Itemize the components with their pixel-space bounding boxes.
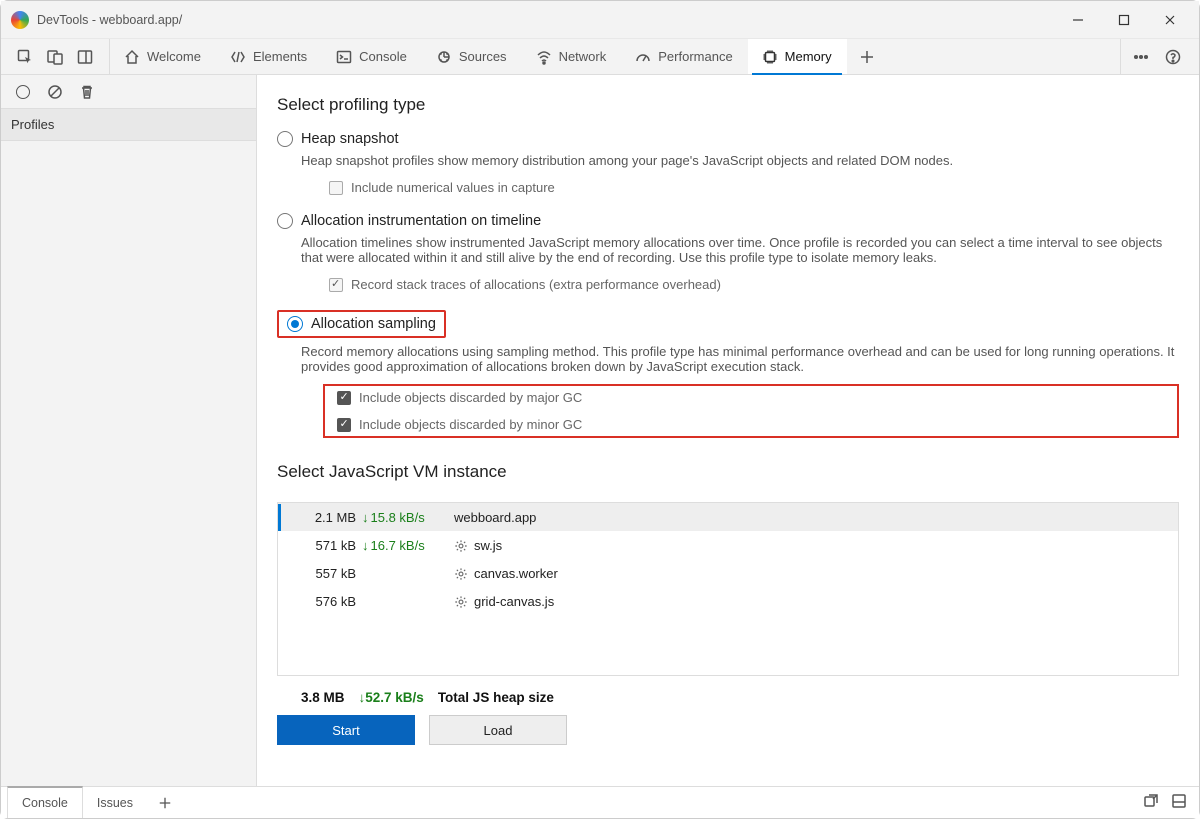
tab-label: Welcome bbox=[147, 49, 201, 64]
inspect-element-icon[interactable] bbox=[11, 43, 39, 71]
allocation-timeline-label[interactable]: Allocation instrumentation on timeline bbox=[301, 213, 541, 229]
clear-button[interactable] bbox=[41, 78, 69, 106]
vm-row[interactable]: 571 kB ↓16.7 kB/s sw.js bbox=[278, 531, 1178, 559]
tab-label: Elements bbox=[253, 49, 307, 64]
tab-console[interactable]: Console bbox=[322, 39, 422, 74]
drawer-tab-add[interactable] bbox=[148, 787, 183, 818]
tab-label: Console bbox=[359, 49, 407, 64]
total-rate: ↓52.7 kB/s bbox=[359, 690, 424, 705]
drawer-tabstrip: Console Issues bbox=[1, 786, 1199, 818]
vm-size: 576 kB bbox=[278, 594, 362, 609]
drawer-tab-issues[interactable]: Issues bbox=[83, 787, 148, 818]
window-title: DevTools - webboard.app/ bbox=[37, 13, 182, 27]
allocation-timeline-desc: Allocation timelines show instrumented J… bbox=[301, 235, 1179, 265]
vm-name: canvas.worker bbox=[454, 566, 1170, 581]
vm-rate: ↓15.8 kB/s bbox=[362, 510, 454, 525]
maximize-button[interactable] bbox=[1101, 4, 1147, 36]
checkbox-record-stack[interactable] bbox=[329, 278, 343, 292]
vm-row[interactable]: 557 kB canvas.worker bbox=[278, 559, 1178, 587]
drawer-expand-icon[interactable] bbox=[1137, 787, 1165, 815]
vm-rate: ↓16.7 kB/s bbox=[362, 538, 454, 553]
heap-totals: 3.8 MB ↓52.7 kB/s Total JS heap size bbox=[301, 690, 1179, 705]
console-icon bbox=[336, 49, 352, 65]
app-icon bbox=[11, 11, 29, 29]
vm-instance-heading: Select JavaScript VM instance bbox=[277, 462, 1179, 482]
radio-allocation-sampling[interactable] bbox=[287, 316, 303, 332]
total-size: 3.8 MB bbox=[301, 690, 345, 705]
vm-size: 571 kB bbox=[278, 538, 362, 553]
vm-name: grid-canvas.js bbox=[454, 594, 1170, 609]
help-icon[interactable] bbox=[1159, 43, 1187, 71]
tab-sources[interactable]: Sources bbox=[422, 39, 522, 74]
load-button[interactable]: Load bbox=[429, 715, 567, 745]
total-label: Total JS heap size bbox=[438, 690, 554, 705]
device-toggle-icon[interactable] bbox=[41, 43, 69, 71]
performance-icon bbox=[635, 49, 651, 65]
tab-performance[interactable]: Performance bbox=[621, 39, 747, 74]
network-icon bbox=[536, 49, 552, 65]
gear-icon bbox=[454, 539, 468, 553]
vm-instance-table: 2.1 MB ↓15.8 kB/s webboard.app 571 kB ↓1… bbox=[277, 502, 1179, 676]
checkbox-minor-gc[interactable] bbox=[337, 418, 351, 432]
heap-snapshot-desc: Heap snapshot profiles show memory distr… bbox=[301, 153, 1179, 168]
vm-row[interactable]: 576 kB grid-canvas.js bbox=[278, 587, 1178, 615]
tab-label: Network bbox=[559, 49, 607, 64]
tab-add[interactable] bbox=[847, 39, 888, 74]
memory-panel: Select profiling type Heap snapshot Heap… bbox=[257, 75, 1199, 786]
vm-name: sw.js bbox=[454, 538, 1170, 553]
vm-size: 2.1 MB bbox=[278, 510, 362, 525]
plus-icon bbox=[158, 796, 172, 810]
home-icon bbox=[124, 49, 140, 65]
start-button[interactable]: Start bbox=[277, 715, 415, 745]
memory-icon bbox=[762, 49, 778, 65]
allocation-sampling-label[interactable]: Allocation sampling bbox=[311, 316, 436, 332]
radio-allocation-timeline[interactable] bbox=[277, 213, 293, 229]
allocation-sampling-desc: Record memory allocations using sampling… bbox=[301, 344, 1179, 374]
tab-label: Performance bbox=[658, 49, 732, 64]
vm-size: 557 kB bbox=[278, 566, 362, 581]
record-button[interactable] bbox=[9, 78, 37, 106]
checkbox-label[interactable]: Include numerical values in capture bbox=[351, 180, 555, 195]
tab-label: Sources bbox=[459, 49, 507, 64]
tab-memory[interactable]: Memory bbox=[748, 39, 847, 74]
main-tabstrip: Welcome Elements Console Sources Network… bbox=[1, 39, 1199, 75]
checkbox-label[interactable]: Include objects discarded by major GC bbox=[359, 390, 582, 405]
vm-row[interactable]: 2.1 MB ↓15.8 kB/s webboard.app bbox=[278, 503, 1178, 531]
vm-name: webboard.app bbox=[454, 510, 1170, 525]
tab-elements[interactable]: Elements bbox=[216, 39, 322, 74]
drawer-tab-console[interactable]: Console bbox=[7, 786, 83, 818]
profiles-heading: Profiles bbox=[1, 109, 256, 141]
delete-button[interactable] bbox=[73, 78, 101, 106]
tab-network[interactable]: Network bbox=[522, 39, 622, 74]
close-button[interactable] bbox=[1147, 4, 1193, 36]
dock-side-icon[interactable] bbox=[71, 43, 99, 71]
tab-label: Memory bbox=[785, 49, 832, 64]
heap-snapshot-label[interactable]: Heap snapshot bbox=[301, 131, 399, 147]
checkbox-label[interactable]: Record stack traces of allocations (extr… bbox=[351, 277, 721, 292]
drawer-collapse-icon[interactable] bbox=[1165, 787, 1193, 815]
tab-welcome[interactable]: Welcome bbox=[110, 39, 216, 74]
checkbox-include-numerical[interactable] bbox=[329, 181, 343, 195]
gear-icon bbox=[454, 567, 468, 581]
checkbox-label[interactable]: Include objects discarded by minor GC bbox=[359, 417, 582, 432]
profiling-type-heading: Select profiling type bbox=[277, 95, 1179, 115]
more-icon[interactable] bbox=[1127, 43, 1155, 71]
plus-icon bbox=[859, 49, 875, 65]
radio-heap-snapshot[interactable] bbox=[277, 131, 293, 147]
window-titlebar: DevTools - webboard.app/ bbox=[1, 1, 1199, 39]
gear-icon bbox=[454, 595, 468, 609]
minimize-button[interactable] bbox=[1055, 4, 1101, 36]
sources-icon bbox=[436, 49, 452, 65]
checkbox-major-gc[interactable] bbox=[337, 391, 351, 405]
elements-icon bbox=[230, 49, 246, 65]
profiles-sidebar: Profiles bbox=[1, 75, 257, 786]
